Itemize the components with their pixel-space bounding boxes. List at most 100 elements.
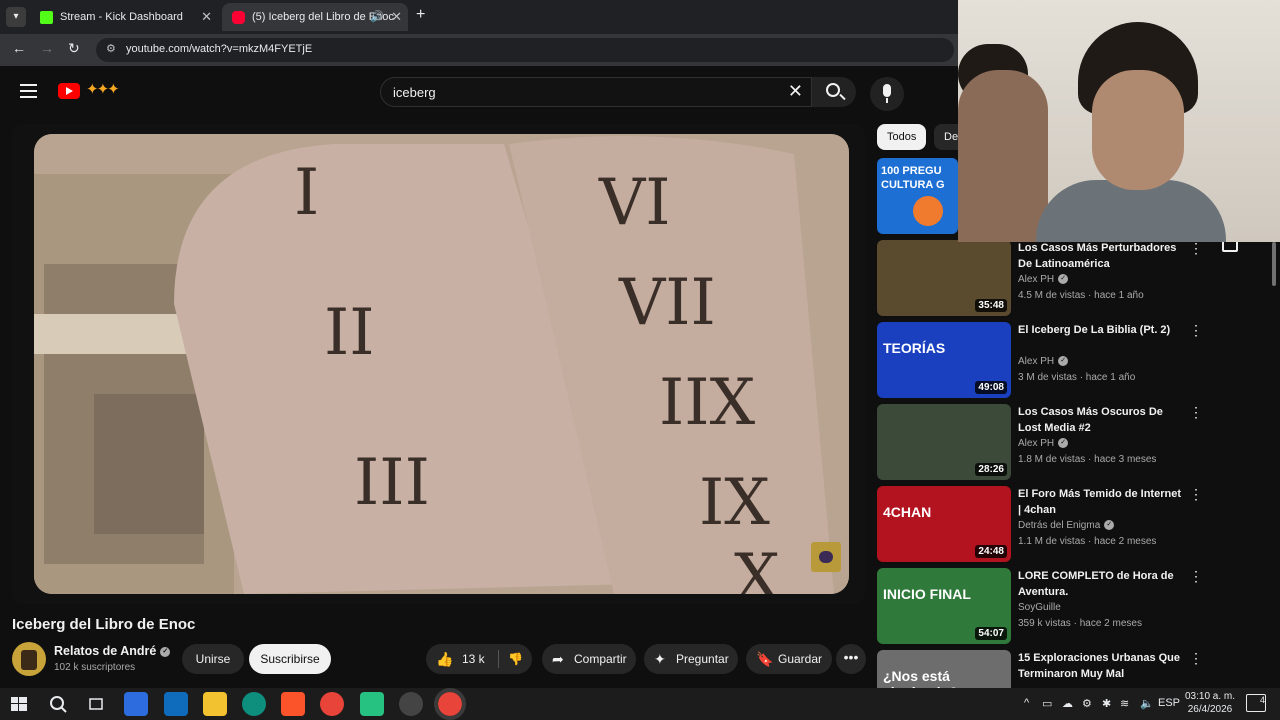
more-options-icon[interactable]: ⋮ xyxy=(1189,404,1203,421)
tab-search-button[interactable]: ▾ xyxy=(6,7,26,27)
recommendation-channel[interactable]: Detrás del Enigma ✓ xyxy=(1018,520,1115,531)
recommendation-item[interactable]: 35:48 Los Casos Más Perturbadores De Lati… xyxy=(877,240,1207,316)
verified-icon: ✓ xyxy=(1058,438,1069,449)
close-tab-icon[interactable]: ✕ xyxy=(201,3,212,31)
forward-arrow-icon[interactable]: → xyxy=(40,40,54,56)
thumbnail-text: TEORÍAS xyxy=(883,340,946,356)
thumbs-down-icon[interactable]: 👎 xyxy=(508,644,523,674)
settings-icon[interactable]: ⚙ xyxy=(1082,697,1092,710)
recommendation-channel[interactable]: Alex PH ✓ xyxy=(1018,274,1069,285)
youtube-logo-icon[interactable] xyxy=(58,83,80,99)
address-bar[interactable]: ⚙ youtube.com/watch?v=mkzM4FYETjE xyxy=(96,38,954,62)
save-button[interactable]: 🔖 Guardar xyxy=(746,644,832,674)
cloud-icon[interactable]: ☁ xyxy=(1062,697,1073,710)
voice-search-button[interactable] xyxy=(870,77,904,111)
chevron-up-icon[interactable]: ^ xyxy=(1024,697,1029,709)
recommendation-title[interactable]: El Iceberg De La Biblia (Pt. 2) xyxy=(1018,322,1186,338)
share-button[interactable]: ➦ Compartir xyxy=(542,644,636,674)
recommendation-thumbnail[interactable]: 28:26 xyxy=(877,404,1011,480)
like-button[interactable]: 👍 13 k 👎 xyxy=(426,644,532,674)
join-button[interactable]: Unirse xyxy=(182,644,244,674)
channel-name[interactable]: Relatos de André ✓ xyxy=(54,644,171,658)
subscriber-count: 102 k suscriptores xyxy=(54,662,136,673)
youtube-favicon-icon xyxy=(232,11,245,24)
more-options-icon[interactable]: ⋮ xyxy=(1189,568,1203,585)
tab-youtube-video[interactable]: (5) Iceberg del Libro de Enoc 🔊 ✕ xyxy=(222,3,408,31)
bluetooth-icon[interactable]: ✱ xyxy=(1102,697,1111,710)
recommendation-thumbnail[interactable]: 100 PREGU CULTURA G xyxy=(877,158,958,234)
thumbnail-text: 100 PREGU CULTURA G xyxy=(881,165,945,191)
browser-tab-strip: ▾ Stream - Kick Dashboard ✕ (5) Iceberg … xyxy=(0,0,958,34)
scrollbar[interactable] xyxy=(1270,242,1280,688)
reload-icon[interactable]: ↻ xyxy=(68,40,80,57)
chip-all[interactable]: Todos xyxy=(877,124,927,150)
numeral-text: I xyxy=(294,156,319,230)
outlook-icon[interactable] xyxy=(164,692,188,716)
ask-button[interactable]: ✦ Preguntar xyxy=(644,644,738,674)
obs-icon[interactable] xyxy=(399,692,423,716)
stone-tablets-image: I II III VI VII IIX IX X xyxy=(34,134,849,594)
doodle-icon[interactable]: ✦✦✦ xyxy=(86,80,120,98)
speaker-icon[interactable]: 🔊 xyxy=(370,3,384,31)
store-icon[interactable] xyxy=(124,692,148,716)
recommendation-title[interactable]: 15 Exploraciones Urbanas Que Terminaron … xyxy=(1018,650,1186,682)
close-tab-icon[interactable]: ✕ xyxy=(391,3,402,31)
channel-watermark-icon[interactable] xyxy=(811,542,841,572)
search-icon[interactable] xyxy=(46,692,70,716)
clear-search-icon[interactable]: ✕ xyxy=(788,81,803,102)
numeral-text: VI xyxy=(598,166,671,240)
tab-kick-dashboard[interactable]: Stream - Kick Dashboard ✕ xyxy=(30,3,218,31)
search-input[interactable]: iceberg xyxy=(393,85,436,100)
clock[interactable]: 03:10 a. m. 26/4/2026 xyxy=(1184,690,1236,716)
windows-taskbar: ^ ▭ ☁ ⚙ ✱ ≋ 🔈 ESP 03:10 a. m. 26/4/2026 … xyxy=(0,688,1280,720)
volume-icon[interactable]: 🔈 xyxy=(1140,697,1154,710)
recommendation-channel[interactable]: Alex PH ✓ xyxy=(1018,438,1069,449)
recommendation-thumbnail[interactable]: 4CHAN 24:48 xyxy=(877,486,1011,562)
recommendation-item[interactable]: INICIO FINAL 54:07 LORE COMPLETO de Hora d… xyxy=(877,568,1207,644)
site-info-icon[interactable]: ⚙ xyxy=(106,42,116,55)
more-actions-button[interactable]: ••• xyxy=(836,644,866,674)
recommendation-thumbnail[interactable]: TEORÍAS 49:08 xyxy=(877,322,1011,398)
recommendation-title[interactable]: Los Casos Más Oscuros De Lost Media #2 xyxy=(1018,404,1186,436)
subscribe-button[interactable]: Suscribirse xyxy=(249,644,331,674)
more-options-icon[interactable]: ⋮ xyxy=(1189,322,1203,339)
recommendation-channel[interactable]: SoyGuille xyxy=(1018,602,1061,613)
search-button[interactable] xyxy=(812,77,856,107)
recommendation-meta: 359 k vistas · hace 2 meses xyxy=(1018,618,1142,629)
search-box[interactable]: iceberg ✕ xyxy=(380,77,812,107)
numeral-text: X xyxy=(734,541,780,594)
wifi-icon[interactable]: ≋ xyxy=(1120,697,1129,710)
recommendation-title[interactable]: Los Casos Más Perturbadores De Latinoamé… xyxy=(1018,240,1186,272)
brave-icon[interactable] xyxy=(281,692,305,716)
chrome-icon[interactable] xyxy=(320,692,344,716)
kick-app-icon[interactable] xyxy=(360,692,384,716)
windows-start-icon[interactable] xyxy=(8,692,30,716)
recommendation-thumbnail[interactable]: INICIO FINAL 54:07 xyxy=(877,568,1011,644)
channel-avatar[interactable] xyxy=(12,642,46,676)
verified-icon: ✓ xyxy=(1104,520,1115,531)
file-explorer-icon[interactable] xyxy=(203,692,227,716)
recommendation-item[interactable]: TEORÍAS 49:08 El Iceberg De La Biblia (Pt.… xyxy=(877,322,1207,398)
edge-icon[interactable] xyxy=(242,692,266,716)
battery-icon[interactable]: ▭ xyxy=(1042,697,1052,710)
back-arrow-icon[interactable]: ← xyxy=(12,40,26,56)
recommendation-channel[interactable]: Alex PH ✓ xyxy=(1018,356,1069,367)
more-options-icon[interactable]: ⋮ xyxy=(1189,240,1203,257)
language-indicator[interactable]: ESP xyxy=(1158,697,1180,709)
recommendation-item[interactable]: 4CHAN 24:48 El Foro Más Temido de Internet… xyxy=(877,486,1207,562)
thumbnail-text: 4CHAN xyxy=(883,504,932,520)
recommendation-title[interactable]: El Foro Más Temido de Internet | 4chan xyxy=(1018,486,1186,518)
notification-center-icon[interactable]: 4 xyxy=(1246,694,1266,712)
new-tab-button[interactable]: + xyxy=(416,6,425,24)
recommendation-item[interactable]: 28:26 Los Casos Más Oscuros De Lost Media… xyxy=(877,404,1207,480)
recommendation-thumbnail[interactable]: 35:48 xyxy=(877,240,1011,316)
screen: ▾ Stream - Kick Dashboard ✕ (5) Iceberg … xyxy=(0,0,1280,720)
more-options-icon[interactable]: ⋮ xyxy=(1189,650,1203,667)
chrome-active-icon[interactable] xyxy=(434,688,466,720)
thumbs-up-icon: 👍 xyxy=(436,651,454,667)
video-player[interactable]: I II III VI VII IIX IX X xyxy=(12,124,865,604)
recommendation-title[interactable]: LORE COMPLETO de Hora de Aventura. xyxy=(1018,568,1186,600)
task-view-icon[interactable] xyxy=(84,692,108,716)
more-options-icon[interactable]: ⋮ xyxy=(1189,486,1203,503)
menu-icon[interactable] xyxy=(20,84,37,98)
